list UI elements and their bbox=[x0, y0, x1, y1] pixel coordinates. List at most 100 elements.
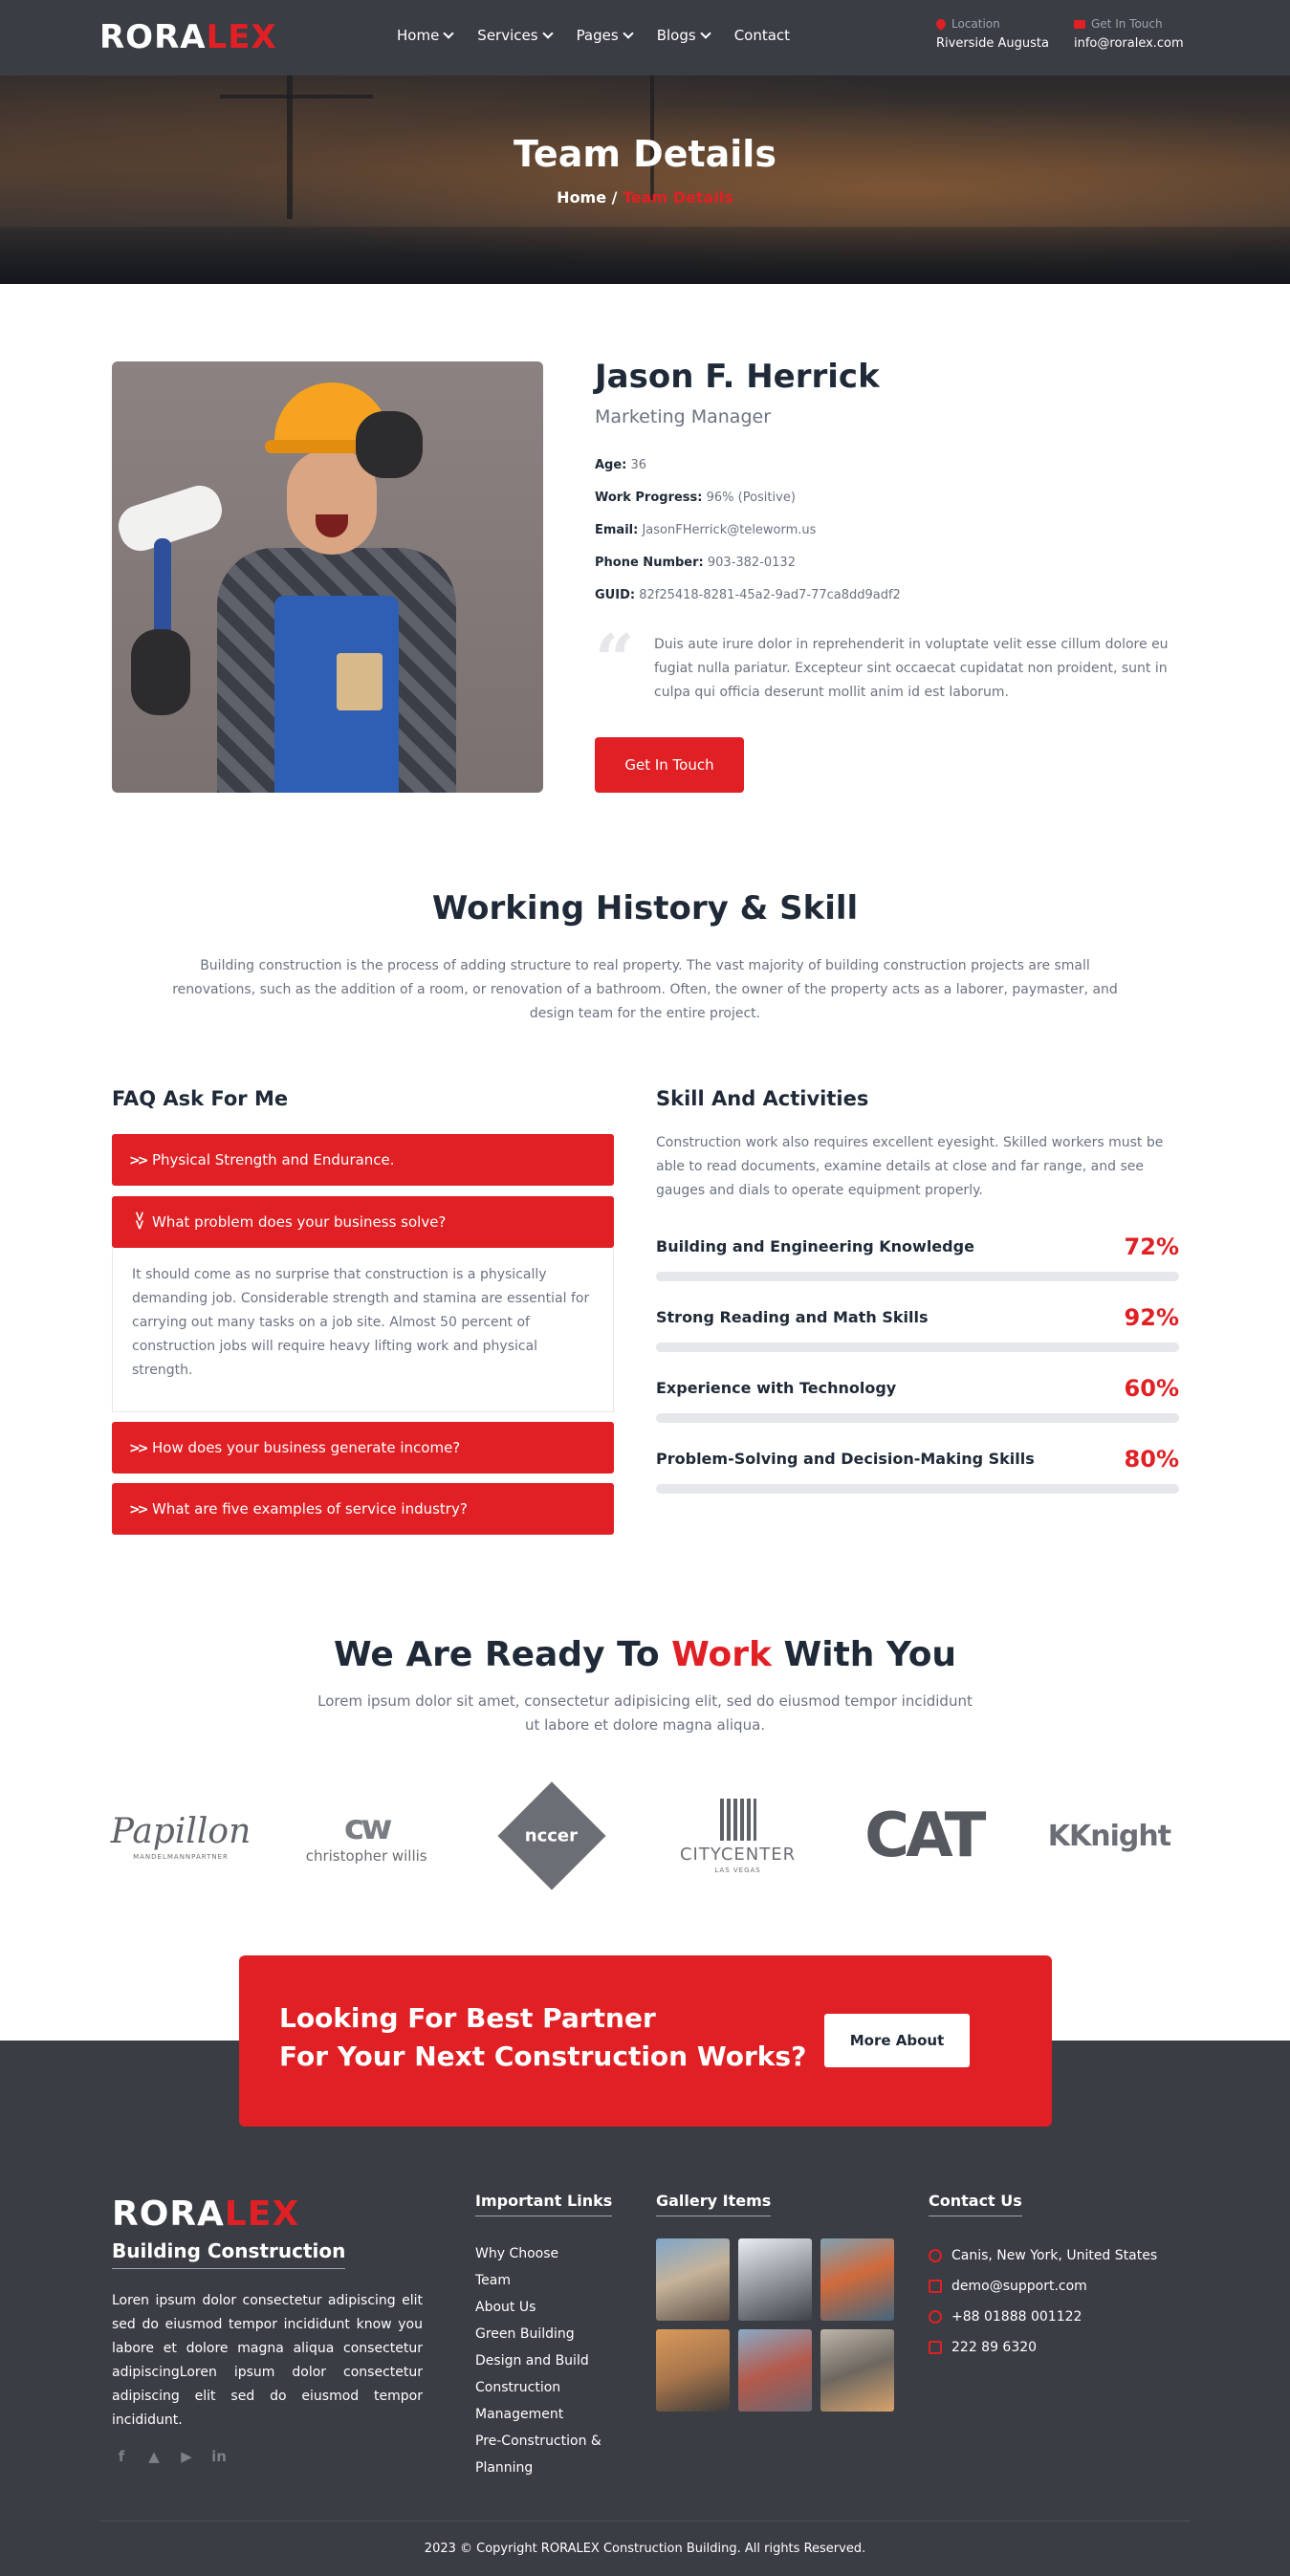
copyright: 2023 © Copyright RORALEX Construction Bu… bbox=[424, 2542, 866, 2556]
gallery-image[interactable] bbox=[656, 2329, 730, 2412]
hero-ground bbox=[0, 227, 1290, 284]
linkedin-icon[interactable]: in bbox=[209, 2448, 229, 2465]
brand-city-sub: LAS VEGAS bbox=[714, 1866, 761, 1874]
ready-title: We Are Ready To Work With You bbox=[0, 1635, 1290, 1674]
page-title: Team Details bbox=[514, 133, 776, 175]
skill-progress-bar bbox=[656, 1272, 1179, 1281]
footer-link-management[interactable]: Management bbox=[475, 2401, 619, 2428]
brand-logo-papillon[interactable]: Papillon MANDELMANNPARTNER bbox=[99, 1783, 262, 1888]
detail-work-progress: Work Progress: 96% (Positive) bbox=[595, 491, 901, 523]
links-title: Important Links bbox=[475, 2192, 613, 2216]
footer-link-construction[interactable]: Construction bbox=[475, 2374, 619, 2401]
nav-contact[interactable]: Contact bbox=[734, 27, 790, 44]
skill-progress-bar bbox=[656, 1343, 1179, 1352]
breadcrumb-current: Team Details bbox=[623, 188, 733, 207]
skill-row: Problem-Solving and Decision-Making Skil… bbox=[656, 1446, 1179, 1494]
double-chevron-down-icon: >> bbox=[131, 1211, 147, 1228]
faq-question: What problem does your business solve? bbox=[152, 1213, 447, 1231]
detail-label: Phone Number: bbox=[595, 556, 704, 570]
touch-label: Get In Touch bbox=[1091, 17, 1163, 31]
detail-value[interactable]: JasonFHerrick@teleworm.us bbox=[642, 523, 816, 537]
footer-link-design-build[interactable]: Design and Build bbox=[475, 2347, 619, 2374]
footer-link-pre-construction[interactable]: Pre-Construction & bbox=[475, 2428, 619, 2455]
brand-papillon-sub: MANDELMANNPARTNER bbox=[133, 1852, 229, 1861]
footer-description: Loren ipsum dolor consectetur adipiscing… bbox=[112, 2293, 423, 2428]
brand-logo-citycenter[interactable]: CITYCENTER LAS VEGAS bbox=[657, 1783, 820, 1888]
breadcrumb-home[interactable]: Home bbox=[557, 188, 606, 207]
brand-knight-word: Knight bbox=[1069, 1819, 1171, 1853]
gallery-image[interactable] bbox=[738, 2329, 812, 2412]
skill-progress-fill bbox=[656, 1484, 1075, 1494]
section-title-history: Working History & Skill bbox=[431, 889, 859, 928]
detail-value: 36 bbox=[630, 458, 647, 472]
nav-services[interactable]: Services bbox=[477, 27, 554, 44]
faq-answer: It should come as no surprise that const… bbox=[112, 1249, 614, 1412]
gallery-image[interactable] bbox=[738, 2238, 812, 2321]
cta-banner: Looking For Best Partner For Your Next C… bbox=[239, 1955, 1052, 2127]
more-about-button[interactable]: More About bbox=[824, 2014, 970, 2067]
get-in-touch-button[interactable]: Get In Touch bbox=[595, 737, 744, 793]
nav-pages[interactable]: Pages bbox=[577, 27, 634, 44]
cta-line-2: For Your Next Construction Works? bbox=[279, 2041, 807, 2072]
quote-icon: “ bbox=[595, 619, 635, 700]
nav-services-label: Services bbox=[477, 27, 538, 44]
footer-brand: Building Construction bbox=[112, 2239, 346, 2269]
double-chevron-right-icon: >> bbox=[129, 1153, 149, 1168]
faq-item-4[interactable]: >> What are five examples of service indu… bbox=[112, 1483, 614, 1535]
skill-progress-fill bbox=[656, 1343, 1138, 1352]
skill-progress-fill bbox=[656, 1413, 971, 1423]
brand-logo-knight[interactable]: KKnight bbox=[1028, 1783, 1191, 1888]
skill-name: Strong Reading and Math Skills bbox=[656, 1308, 929, 1326]
detail-value: 96% (Positive) bbox=[706, 491, 796, 505]
section-text-history: Building construction is the process of … bbox=[172, 958, 1118, 1021]
breadcrumb: Home / Team Details bbox=[0, 188, 1290, 207]
skill-name: Building and Engineering Knowledge bbox=[656, 1237, 974, 1255]
cta-text: Looking For Best Partner For Your Next C… bbox=[279, 1999, 806, 2076]
detail-value: 82f25418-8281-45a2-9ad7-77ca8dd9adf2 bbox=[639, 588, 901, 602]
contact-address: Canis, New York, United States bbox=[929, 2240, 1157, 2271]
footer-link-team[interactable]: Team bbox=[475, 2267, 619, 2294]
header-email[interactable]: info@roralex.com bbox=[1074, 36, 1184, 51]
footer-link-planning[interactable]: Planning bbox=[475, 2455, 619, 2481]
gallery-image[interactable] bbox=[656, 2238, 730, 2321]
detail-label: Work Progress: bbox=[595, 491, 703, 505]
footer-logo-white: RORA bbox=[112, 2194, 225, 2234]
footer-link-about[interactable]: About Us bbox=[475, 2294, 619, 2321]
facebook-icon[interactable]: f bbox=[112, 2448, 131, 2465]
chevron-down-icon bbox=[541, 28, 554, 39]
brand-nccer-diamond: nccer bbox=[497, 1781, 606, 1890]
footer-link-why-choose[interactable]: Why Choose bbox=[475, 2240, 619, 2267]
nav-blogs-label: Blogs bbox=[656, 27, 696, 44]
faq-item-1[interactable]: >> Physical Strength and Endurance. bbox=[112, 1134, 614, 1186]
contact-phone[interactable]: +88 01888 001122 bbox=[929, 2302, 1157, 2332]
faq-item-3[interactable]: >> How does your business generate income… bbox=[112, 1422, 614, 1474]
brand-knight-text: KKnight bbox=[1047, 1819, 1171, 1853]
brand-logo-nccer[interactable]: nccer bbox=[470, 1781, 633, 1890]
location-label: Location bbox=[951, 17, 1000, 31]
logo[interactable]: RORA LEX bbox=[99, 18, 277, 56]
member-details: Age: 36 Work Progress: 96% (Positive) Em… bbox=[595, 458, 901, 621]
ready-text: Lorem ipsum dolor sit amet, consectetur … bbox=[317, 1692, 973, 1734]
logo-text-red: LEX bbox=[206, 18, 277, 56]
skill-progress-fill bbox=[656, 1272, 1033, 1281]
contact-text: demo@support.com bbox=[951, 2279, 1087, 2294]
twitter-icon[interactable]: ▲ bbox=[144, 2448, 164, 2465]
ready-title-part: We Are Ready To bbox=[333, 1635, 672, 1674]
youtube-icon[interactable]: ▶ bbox=[177, 2448, 196, 2465]
nav-blogs[interactable]: Blogs bbox=[656, 27, 711, 44]
footer-link-green-building[interactable]: Green Building bbox=[475, 2321, 619, 2347]
skills-title: Skill And Activities bbox=[656, 1087, 869, 1110]
gallery-image[interactable] bbox=[820, 2329, 894, 2412]
brand-logo-cat[interactable]: CAT bbox=[842, 1783, 1005, 1888]
nav-home[interactable]: Home bbox=[397, 27, 454, 44]
footer-logo[interactable]: RORALEX bbox=[112, 2194, 299, 2234]
contact-email[interactable]: demo@support.com bbox=[929, 2271, 1157, 2302]
building-icon bbox=[719, 1798, 756, 1841]
brand-logo-christopher-willis[interactable]: cw christopher willis bbox=[285, 1783, 448, 1888]
contact-text: +88 01888 001122 bbox=[951, 2309, 1082, 2325]
faq-item-2[interactable]: >> What problem does your business solve? bbox=[112, 1196, 614, 1248]
header-contact: Get In Touch info@roralex.com bbox=[1074, 17, 1184, 51]
gallery-image[interactable] bbox=[820, 2238, 894, 2321]
location-pin-icon bbox=[933, 16, 949, 32]
detail-label: Email: bbox=[595, 523, 639, 537]
